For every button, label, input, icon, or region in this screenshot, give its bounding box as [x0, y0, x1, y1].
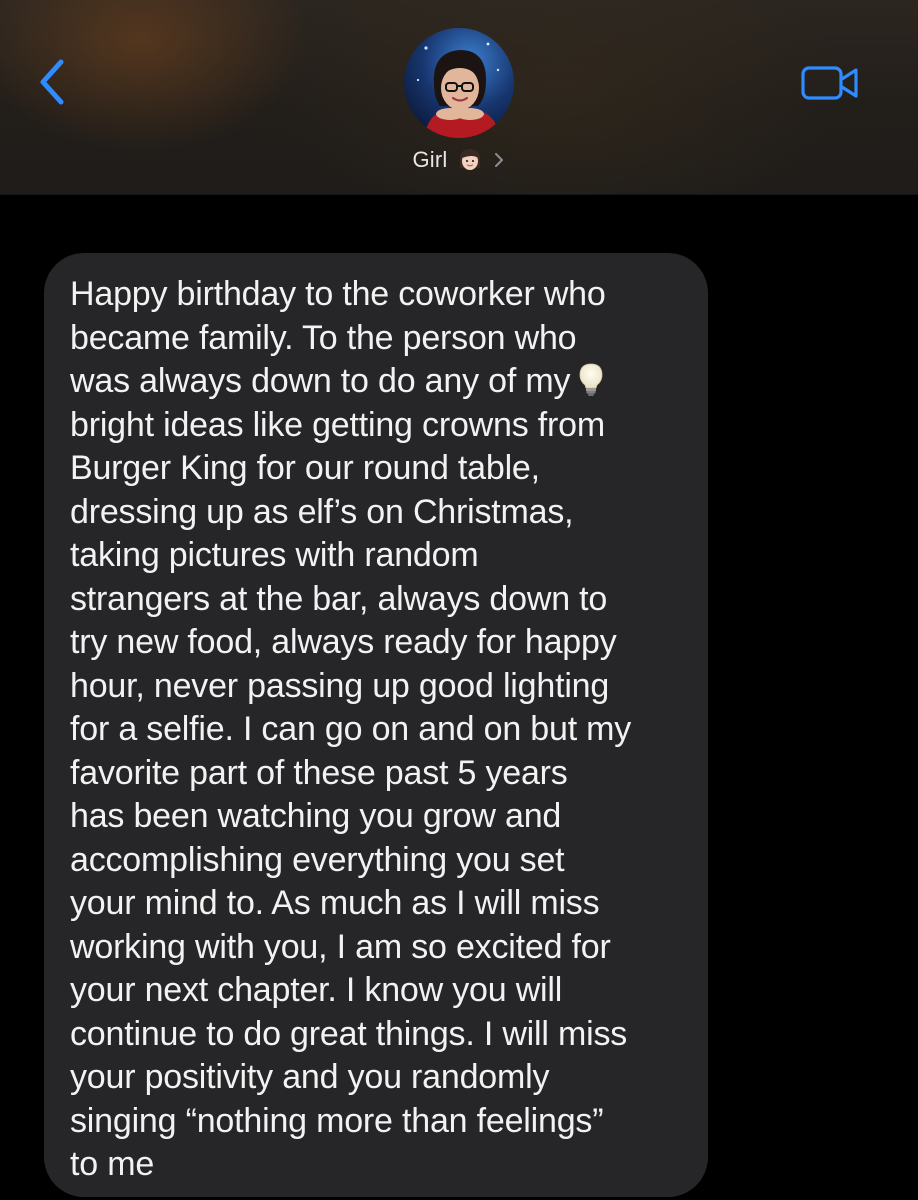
message-line: strangers at the bar, always down to — [70, 579, 608, 618]
avatar[interactable] — [404, 28, 514, 138]
message-line: your next chapter. I know you will — [70, 971, 563, 1009]
message-line: to me — [70, 1145, 155, 1183]
contact-photo — [404, 28, 514, 138]
message-line: working with you, I am so excited for — [70, 927, 611, 966]
contact-name-row[interactable]: Girl — [412, 146, 505, 174]
message-line: taking pictures with random — [70, 536, 479, 574]
message-line: your mind to. As much as I will miss — [70, 884, 600, 922]
conversation-header: Girl — [0, 0, 918, 195]
message-line: try new food, always ready for happy — [70, 623, 617, 661]
message-line: favorite part of these past 5 years — [70, 753, 568, 792]
message-line: became family. To the person who — [70, 318, 577, 357]
message-line: singing “nothing more than feelings” — [70, 1101, 604, 1140]
message-line-text: was always down to do any of my — [70, 362, 571, 400]
message-line: dressing up as elf’s on Christmas, — [70, 492, 574, 531]
message-line: your positivity and you randomly — [70, 1058, 550, 1096]
video-camera-icon — [801, 66, 858, 100]
message-line: accomplishing everything you set — [70, 840, 565, 879]
light-bulb-emoji-icon — [579, 363, 603, 396]
message-line-with-emoji: was always down to do any of my — [70, 360, 682, 404]
message-bubble[interactable]: Happy birthday to the coworker who becam… — [44, 253, 708, 1197]
message-line: for a selfie. I can go on and on but my — [70, 710, 632, 748]
message-text: Happy birthday to the coworker who becam… — [70, 273, 682, 1187]
woman-emoji-icon — [459, 149, 480, 170]
contact-header: Girl — [0, 28, 918, 174]
contact-name: Girl — [412, 147, 448, 172]
message-line: hour, never passing up good lighting — [70, 666, 610, 705]
message-line: has been watching you grow and — [70, 797, 562, 835]
message-line: bright ideas like getting crowns from — [70, 405, 605, 444]
message-line: Happy birthday to the coworker who — [70, 275, 606, 313]
video-call-button[interactable] — [796, 58, 864, 108]
message-line: Burger King for our round table, — [70, 449, 540, 487]
message-line: continue to do great things. I will miss — [70, 1014, 628, 1053]
chevron-right-icon — [494, 153, 503, 167]
conversation-screen: Girl Happy birthday to the coworker who … — [0, 0, 918, 1200]
